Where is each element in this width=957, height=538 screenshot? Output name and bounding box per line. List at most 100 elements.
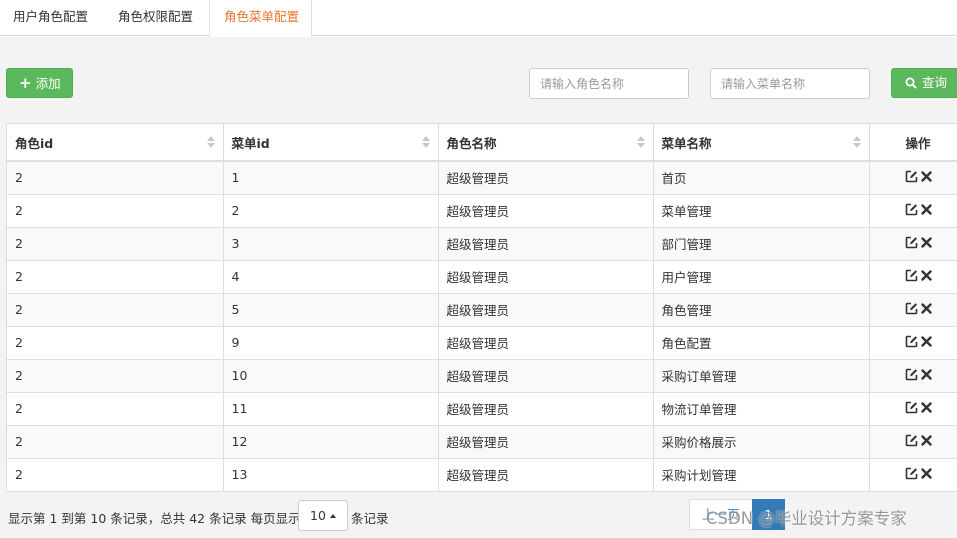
column-label: 角色名称 bbox=[446, 135, 497, 151]
cell-menu-name: 部门管理 bbox=[653, 227, 870, 261]
column-header-actions: 操作 bbox=[869, 124, 957, 162]
table-row: 2 11 超级管理员 物流订单管理 bbox=[7, 392, 957, 426]
cell-actions bbox=[869, 458, 957, 492]
edit-icon[interactable] bbox=[905, 302, 918, 315]
cell-role-name: 超级管理员 bbox=[438, 194, 654, 228]
delete-icon[interactable] bbox=[920, 434, 932, 446]
sort-icon[interactable] bbox=[852, 136, 861, 150]
sort-icon[interactable] bbox=[206, 136, 215, 150]
table-body: 2 1 超级管理员 首页 2 2 超级管理员 菜单管理 2 3 超级管理员 部门管理 2 4 超级管理员 用户… bbox=[7, 161, 957, 492]
table-row: 2 5 超级管理员 角色管理 bbox=[7, 293, 957, 327]
watermark: CSDN @毕业设计方案专家 bbox=[706, 509, 907, 528]
cell-menu-name: 首页 bbox=[653, 161, 870, 195]
cell-menu-name: 角色管理 bbox=[653, 293, 870, 327]
cell-menu-name: 采购价格展示 bbox=[653, 425, 870, 459]
cell-menu-name: 角色配置 bbox=[653, 326, 870, 360]
cell-role-name: 超级管理员 bbox=[438, 458, 654, 492]
column-header-role-id[interactable]: 角色id bbox=[7, 124, 224, 162]
cell-menu-id: 4 bbox=[223, 260, 439, 294]
cell-menu-name: 菜单管理 bbox=[653, 194, 870, 228]
cell-role-name: 超级管理员 bbox=[438, 227, 654, 261]
cell-menu-name: 采购订单管理 bbox=[653, 359, 870, 393]
cell-actions bbox=[869, 194, 957, 228]
sort-icon[interactable] bbox=[636, 136, 645, 150]
edit-icon[interactable] bbox=[905, 368, 918, 381]
plus-icon: + bbox=[19, 74, 32, 92]
delete-icon[interactable] bbox=[920, 236, 932, 248]
delete-icon[interactable] bbox=[920, 302, 932, 314]
cell-menu-id: 12 bbox=[223, 425, 439, 459]
delete-icon[interactable] bbox=[920, 368, 932, 380]
delete-icon[interactable] bbox=[920, 269, 932, 281]
cell-role-id: 2 bbox=[7, 359, 224, 393]
cell-menu-id: 2 bbox=[223, 194, 439, 228]
cell-actions bbox=[869, 227, 957, 261]
cell-role-id: 2 bbox=[7, 293, 224, 327]
pagination-info: 显示第 1 到第 10 条记录，总共 42 条记录 每页显示 bbox=[8, 511, 301, 526]
table-row: 2 12 超级管理员 采购价格展示 bbox=[7, 425, 957, 459]
table-row: 2 1 超级管理员 首页 bbox=[7, 161, 957, 195]
column-label: 操作 bbox=[905, 135, 931, 151]
cell-role-name: 超级管理员 bbox=[438, 326, 654, 360]
delete-icon[interactable] bbox=[920, 401, 932, 413]
page-size-select[interactable]: 10 bbox=[298, 500, 348, 531]
records-label: 条记录 bbox=[351, 511, 389, 526]
tab-user-role-config[interactable]: 用户角色配置 bbox=[2, 0, 99, 36]
query-button[interactable]: 查询 bbox=[891, 68, 957, 98]
cell-actions bbox=[869, 359, 957, 393]
table-row: 2 9 超级管理员 角色配置 bbox=[7, 326, 957, 360]
delete-icon[interactable] bbox=[920, 203, 932, 215]
edit-icon[interactable] bbox=[905, 335, 918, 348]
tab-role-menu-config[interactable]: 角色菜单配置 bbox=[209, 0, 312, 37]
table-row: 2 2 超级管理员 菜单管理 bbox=[7, 194, 957, 228]
cell-role-name: 超级管理员 bbox=[438, 392, 654, 426]
delete-icon[interactable] bbox=[920, 335, 932, 347]
tab-bar: 用户角色配置 角色权限配置 角色菜单配置 bbox=[0, 0, 957, 37]
edit-icon[interactable] bbox=[905, 467, 918, 480]
edit-icon[interactable] bbox=[905, 269, 918, 282]
cell-menu-name: 采购计划管理 bbox=[653, 458, 870, 492]
menu-name-input[interactable] bbox=[710, 68, 870, 99]
add-button[interactable]: + 添加 bbox=[6, 68, 73, 98]
edit-icon[interactable] bbox=[905, 236, 918, 249]
cell-actions bbox=[869, 326, 957, 360]
cell-actions bbox=[869, 260, 957, 294]
column-label: 角色id bbox=[15, 135, 54, 151]
column-label: 菜单名称 bbox=[661, 135, 712, 151]
query-button-label: 查询 bbox=[922, 75, 948, 90]
cell-role-id: 2 bbox=[7, 326, 224, 360]
cell-menu-id: 1 bbox=[223, 161, 439, 195]
edit-icon[interactable] bbox=[905, 401, 918, 414]
edit-icon[interactable] bbox=[905, 203, 918, 216]
cell-actions bbox=[869, 293, 957, 327]
table-row: 2 10 超级管理员 采购订单管理 bbox=[7, 359, 957, 393]
cell-role-name: 超级管理员 bbox=[438, 161, 654, 195]
add-button-label: 添加 bbox=[35, 76, 61, 91]
column-header-menu-id[interactable]: 菜单id bbox=[223, 124, 439, 162]
column-header-menu-name[interactable]: 菜单名称 bbox=[653, 124, 870, 162]
cell-actions bbox=[869, 392, 957, 426]
role-name-input[interactable] bbox=[529, 68, 689, 99]
cell-role-name: 超级管理员 bbox=[438, 260, 654, 294]
cell-actions bbox=[869, 161, 957, 195]
page-size-value: 10 bbox=[310, 508, 326, 523]
cell-role-name: 超级管理员 bbox=[438, 425, 654, 459]
edit-icon[interactable] bbox=[905, 170, 918, 183]
tab-role-permission-config[interactable]: 角色权限配置 bbox=[107, 0, 204, 36]
cell-menu-id: 11 bbox=[223, 392, 439, 426]
edit-icon[interactable] bbox=[905, 434, 918, 447]
sort-icon[interactable] bbox=[421, 136, 430, 150]
data-table: 角色id 菜单id 角色名称 菜单名称 操作 2 1 超级管理员 首页 2 2 超级管理员菜… bbox=[6, 123, 957, 492]
search-icon bbox=[905, 77, 917, 89]
cell-role-id: 2 bbox=[7, 227, 224, 261]
cell-role-name: 超级管理员 bbox=[438, 293, 654, 327]
cell-menu-id: 9 bbox=[223, 326, 439, 360]
cell-menu-id: 13 bbox=[223, 458, 439, 492]
caret-up-icon bbox=[329, 514, 336, 518]
cell-menu-name: 物流订单管理 bbox=[653, 392, 870, 426]
delete-icon[interactable] bbox=[920, 467, 932, 479]
delete-icon[interactable] bbox=[920, 171, 932, 182]
column-header-role-name[interactable]: 角色名称 bbox=[438, 124, 654, 162]
table-row: 2 4 超级管理员 用户管理 bbox=[7, 260, 957, 294]
cell-menu-id: 3 bbox=[223, 227, 439, 261]
